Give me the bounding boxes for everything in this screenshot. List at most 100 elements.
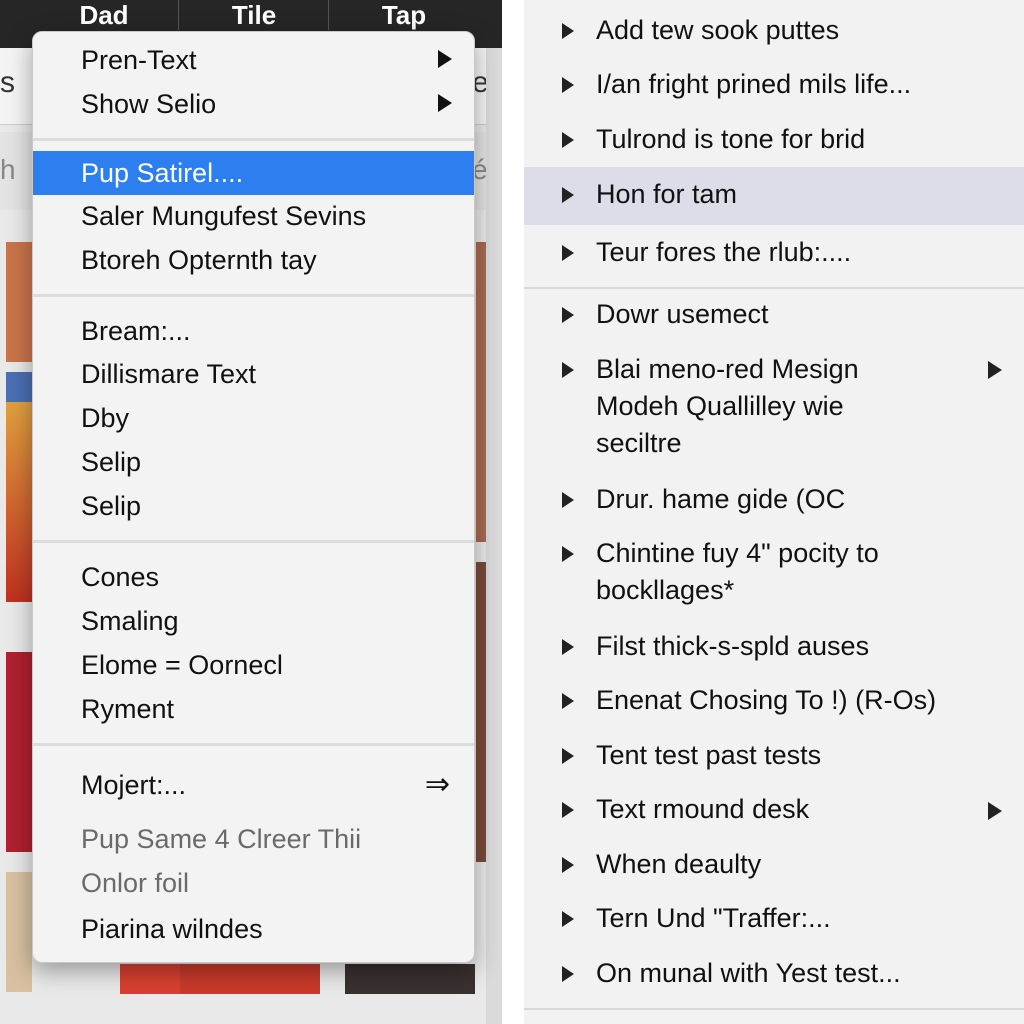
menu-separator: [33, 294, 474, 297]
list-separator: [524, 1008, 1024, 1010]
submenu-arrow-icon: [988, 802, 1002, 820]
disclosure-triangle-icon[interactable]: [562, 966, 574, 982]
disclosure-triangle-icon[interactable]: [562, 857, 574, 873]
list-item-label: Dowr usemect: [596, 299, 769, 329]
menu-item-label: Btoreh Opternth tay: [81, 245, 317, 275]
submenu-arrow-icon: [988, 361, 1002, 379]
menu-item-saler-mungufest[interactable]: Saler Mungufest Sevins: [33, 194, 474, 238]
list-item[interactable]: Dowr usemect: [524, 296, 1024, 336]
menu-item-pup-satirel[interactable]: Pup Satirel....: [33, 151, 474, 195]
menu-item-label: Pup Satirel....: [81, 158, 244, 188]
menu-item-label: Onlor foil: [81, 868, 190, 898]
disclosure-triangle-icon[interactable]: [562, 911, 574, 927]
menu-item-label: Cones: [81, 562, 160, 592]
list-item[interactable]: Teur fores the rlub:....: [524, 234, 1024, 274]
toolbar-fragment-left: s: [0, 66, 15, 99]
list-item[interactable]: Enenat Chosing To !) (R-Os): [524, 682, 1024, 722]
thumbnail[interactable]: [345, 964, 475, 994]
thumbnail[interactable]: [6, 652, 32, 852]
thumbnail[interactable]: [476, 242, 486, 542]
double-arrow-right-icon: ⇒: [424, 768, 450, 801]
list-item-label: Chintine fuy 4" pocity to bockllages*: [596, 538, 879, 605]
disclosure-triangle-icon[interactable]: [562, 307, 574, 323]
menu-item-label: Selip: [81, 491, 142, 521]
thumbnail[interactable]: [180, 964, 320, 994]
list-item-label: Filst thick-s-spld auses: [596, 631, 870, 661]
menu-tap[interactable]: Tap: [328, 0, 479, 30]
list-item-label: Tulrond is tone for brid: [596, 124, 866, 154]
menu-item-label: Piarina wilndes: [81, 914, 263, 944]
list-item-label: Tern Und "Traffer:...: [596, 903, 831, 933]
list-item[interactable]: Tern Und "Traffer:...: [524, 900, 1024, 940]
menu-item-ryment[interactable]: Ryment: [33, 687, 474, 731]
list-item[interactable]: Blai meno-red Mesign Modeh Quallilley wi…: [524, 351, 1024, 466]
list-item-label: When deaulty: [596, 849, 762, 879]
menu-item-btoreh[interactable]: Btoreh Opternth tay: [33, 238, 474, 282]
list-item[interactable]: I/an fright prined mils life...: [524, 66, 1024, 106]
menu-item-cones[interactable]: Cones: [33, 555, 474, 599]
disclosure-triangle-icon[interactable]: [562, 748, 574, 764]
list-item-label: Text rmound desk: [596, 794, 810, 824]
menu-item-dby[interactable]: Dby: [33, 396, 474, 440]
menu-item-label: Selip: [81, 447, 142, 477]
list-item[interactable]: Text rmound desk: [524, 791, 1024, 831]
list-item[interactable]: On munal with Yest test...: [524, 955, 1024, 995]
thumbnail[interactable]: [6, 242, 32, 362]
menu-dad[interactable]: Dad: [30, 0, 178, 30]
menu-item-label: Mojert:...: [81, 770, 187, 800]
menu-item-show-selio[interactable]: Show Selio: [33, 82, 474, 126]
menu-separator: [33, 743, 474, 746]
disclosure-triangle-icon[interactable]: [562, 23, 574, 39]
menu-item-elome[interactable]: Elome = Oornecl: [33, 643, 474, 687]
list-item[interactable]: Drur. hame gide (OC: [524, 481, 1024, 521]
list-item[interactable]: Tent test past tests: [524, 737, 1024, 777]
list-item-selected[interactable]: Hon for tam: [524, 167, 1024, 225]
menu-item-selip-2[interactable]: Selip: [33, 484, 474, 528]
search-fragment-left: h: [0, 154, 16, 185]
menu-tile[interactable]: Tile: [178, 0, 329, 30]
menu-item-smaling[interactable]: Smaling: [33, 599, 474, 643]
list-item[interactable]: Chintine fuy 4" pocity to bockllages*: [524, 535, 1024, 613]
menu-item-label: Pren-Text: [81, 45, 197, 75]
thumbnail[interactable]: [476, 562, 486, 862]
disclosure-triangle-icon[interactable]: [562, 802, 574, 818]
context-menu: Pren-Text Show Selio Pup Satirel.... Sal…: [32, 31, 475, 963]
disclosure-triangle-icon[interactable]: [562, 187, 574, 203]
menu-item-dillismare[interactable]: Dillismare Text: [33, 352, 474, 396]
disclosure-triangle-icon[interactable]: [562, 639, 574, 655]
disclosure-triangle-icon[interactable]: [562, 362, 574, 378]
list-item[interactable]: When deaulty: [524, 846, 1024, 886]
menu-item-mojert[interactable]: Mojert:... ⇒: [33, 763, 474, 807]
list-item[interactable]: Filst thick-s-spld auses: [524, 628, 1024, 668]
menu-item-label: Dby: [81, 403, 130, 433]
disclosure-triangle-icon[interactable]: [562, 546, 574, 562]
menu-item-label: Elome = Oornecl: [81, 650, 283, 680]
thumbnail[interactable]: [6, 872, 32, 992]
disclosure-triangle-icon[interactable]: [562, 492, 574, 508]
menu-item-pup-same[interactable]: Pup Same 4 Clreer Thii: [33, 817, 474, 861]
menu-separator: [33, 540, 474, 543]
list-item[interactable]: Add tew sook puttes: [524, 12, 1024, 52]
menu-item-piarina[interactable]: Piarina wilndes: [33, 907, 474, 951]
menu-item-selip[interactable]: Selip: [33, 440, 474, 484]
menu-item-onlor-foil[interactable]: Onlor foil: [33, 861, 474, 905]
list-item-label: Blai meno-red Mesign Modeh Quallilley wi…: [596, 354, 859, 458]
outline-list-panel: Add tew sook puttes I/an fright prined m…: [524, 0, 1024, 1024]
menu-item-bream[interactable]: Bream:...: [33, 309, 474, 353]
disclosure-triangle-icon[interactable]: [562, 77, 574, 93]
disclosure-triangle-icon[interactable]: [562, 693, 574, 709]
menu-item-label: Ryment: [81, 694, 175, 724]
menu-item-label: Dillismare Text: [81, 359, 257, 389]
menu-item-label: Bream:...: [81, 316, 191, 346]
panel-divider: [502, 0, 524, 1024]
disclosure-triangle-icon[interactable]: [562, 245, 574, 261]
thumbnail[interactable]: [6, 402, 32, 602]
menu-item-label: Pup Same 4 Clreer Thii: [81, 824, 362, 854]
menu-item-pren-text[interactable]: Pren-Text: [33, 38, 474, 82]
menu-item-label: Smaling: [81, 606, 179, 636]
list-item-label: Tent test past tests: [596, 740, 822, 770]
list-item[interactable]: Tulrond is tone for brid: [524, 121, 1024, 161]
disclosure-triangle-icon[interactable]: [562, 132, 574, 148]
menu-item-label: Saler Mungufest Sevins: [81, 201, 367, 231]
scrollbar[interactable]: [486, 48, 502, 1024]
